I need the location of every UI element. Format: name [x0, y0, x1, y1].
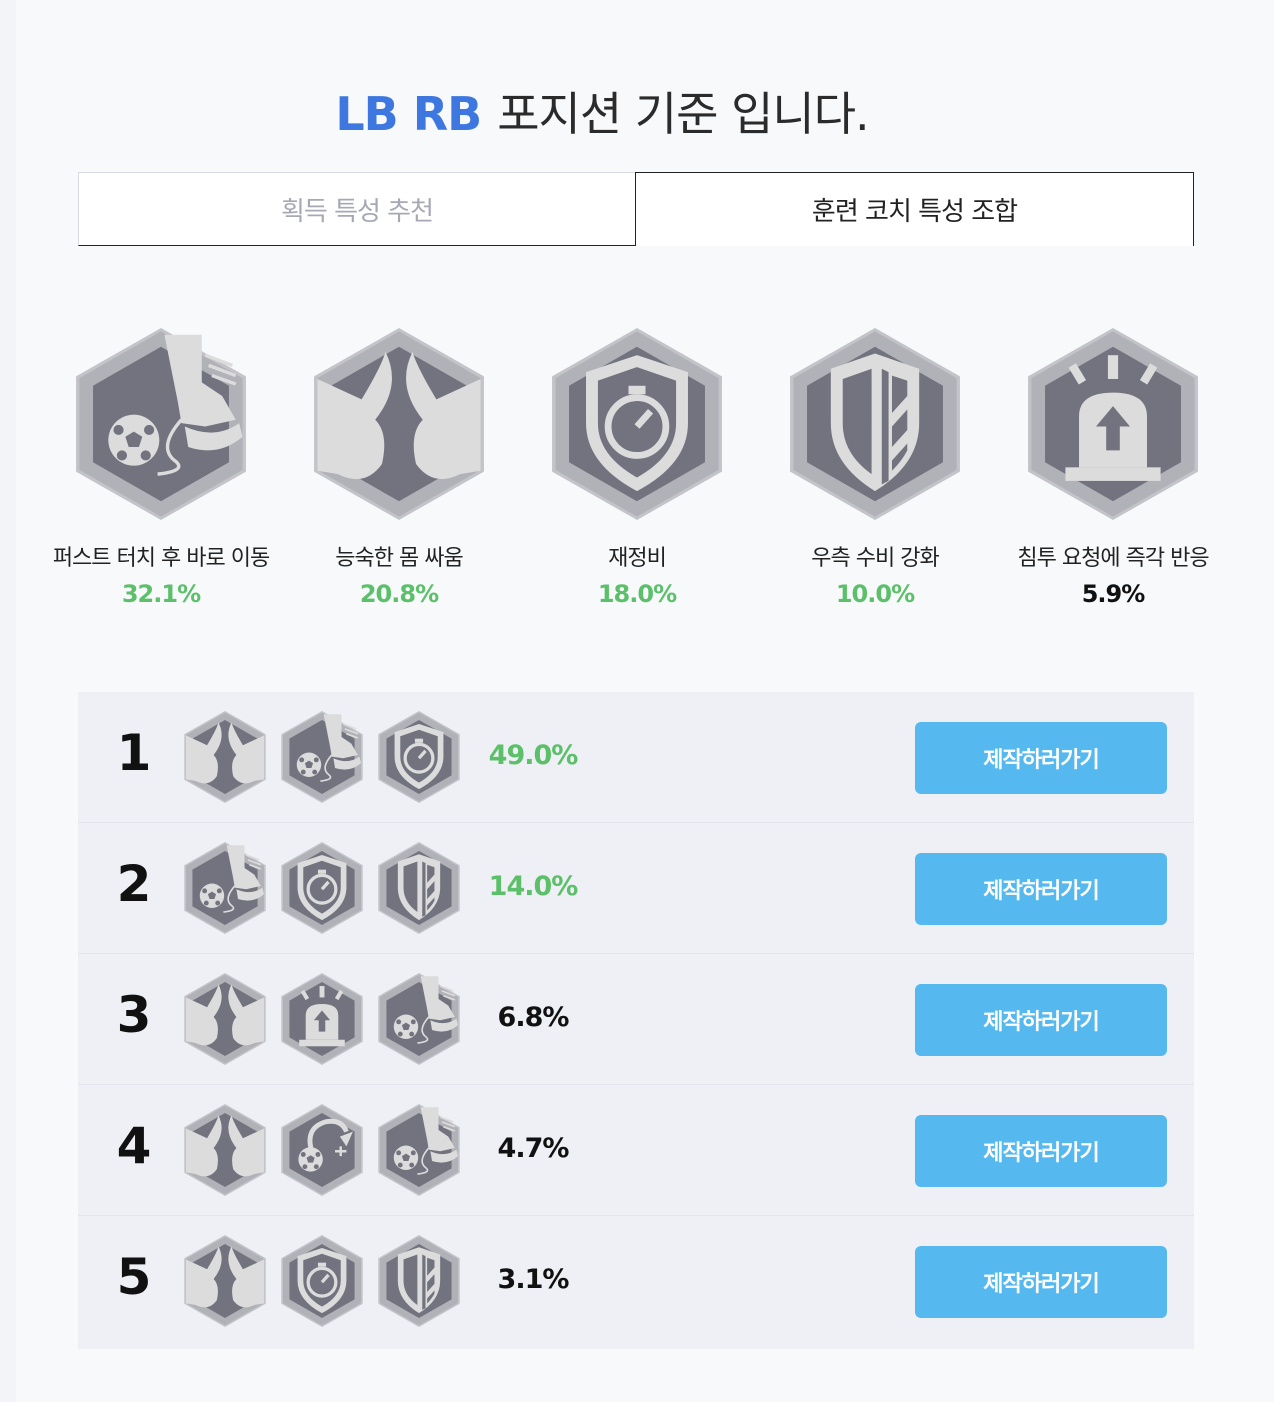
stopwatch-shield-icon [281, 842, 363, 934]
tab-coach-trait-combo[interactable]: 훈련 코치 특성 조합 [635, 172, 1194, 246]
make-button[interactable]: 제작하러가기 [915, 722, 1167, 794]
trait-card[interactable]: 능숙한 몸 싸움 20.8% [280, 328, 518, 608]
page-edge [0, 0, 16, 1402]
ball-curve-icon [281, 1104, 363, 1196]
physical-battle-icon [184, 1104, 266, 1196]
make-button[interactable]: 제작하러가기 [915, 984, 1167, 1056]
striped-shield-icon [378, 1235, 460, 1327]
siren-icon [1028, 328, 1198, 520]
combo-row: 3 6.8% 제작하러가기 [78, 954, 1194, 1085]
title-text: 포지션 기준 입니다. [497, 87, 869, 141]
combo-row: 4 4.7% 제작하러가기 [78, 1085, 1194, 1216]
trait-percent: 32.1% [121, 580, 201, 608]
tab-acquired-traits[interactable]: 획득 특성 추천 [78, 172, 636, 246]
trait-name: 능숙한 몸 싸움 [335, 546, 463, 571]
combo-percent: 6.8% [497, 1002, 570, 1033]
combo-rank: 4 [116, 1117, 152, 1175]
trait-card[interactable]: 침투 요청에 즉각 반응 5.9% [994, 328, 1232, 608]
trait-percent: 10.0% [835, 580, 915, 608]
combo-percent: 49.0% [488, 740, 579, 771]
make-button[interactable]: 제작하러가기 [915, 1246, 1167, 1318]
first-touch-icon [76, 328, 246, 520]
siren-icon [281, 973, 363, 1065]
combo-row: 5 3.1% 제작하러가기 [78, 1216, 1194, 1349]
make-button[interactable]: 제작하러가기 [915, 853, 1167, 925]
trait-summary: 퍼스트 터치 후 바로 이동 32.1% 능숙한 몸 싸움 20.8% 재정비 … [42, 328, 1232, 618]
trait-percent: 18.0% [597, 580, 677, 608]
physical-battle-icon [184, 973, 266, 1065]
combo-percent: 14.0% [488, 871, 579, 902]
stopwatch-shield-icon [552, 328, 722, 520]
trait-percent: 5.9% [1081, 580, 1146, 608]
combo-row: 1 49.0% 제작하러가기 [78, 692, 1194, 823]
page-title: LB RB 포지션 기준 입니다. [0, 78, 1204, 144]
striped-shield-icon [790, 328, 960, 520]
position-label: LB RB [335, 87, 482, 141]
trait-card[interactable]: 우측 수비 강화 10.0% [756, 328, 994, 608]
combo-row: 2 14.0% 제작하러가기 [78, 823, 1194, 954]
first-touch-icon [281, 711, 363, 803]
first-touch-icon [184, 842, 266, 934]
combo-rank: 3 [116, 986, 152, 1044]
first-touch-icon [378, 1104, 460, 1196]
combo-percent: 4.7% [497, 1133, 570, 1164]
physical-battle-icon [184, 1235, 266, 1327]
trait-name: 퍼스트 터치 후 바로 이동 [52, 546, 270, 571]
physical-battle-icon [314, 328, 484, 520]
trait-name: 침투 요청에 즉각 반응 [1017, 546, 1209, 571]
stopwatch-shield-icon [281, 1235, 363, 1327]
trait-name: 재정비 [608, 546, 667, 571]
trait-percent: 20.8% [359, 580, 439, 608]
striped-shield-icon [378, 842, 460, 934]
make-button[interactable]: 제작하러가기 [915, 1115, 1167, 1187]
combo-rank: 5 [116, 1248, 152, 1306]
combo-rank: 1 [116, 724, 152, 782]
combo-rank: 2 [116, 855, 152, 913]
combo-percent: 3.1% [497, 1264, 570, 1295]
tab-bar: 획득 특성 추천 훈련 코치 특성 조합 [78, 172, 1194, 246]
stopwatch-shield-icon [378, 711, 460, 803]
trait-card[interactable]: 퍼스트 터치 후 바로 이동 32.1% [42, 328, 280, 608]
combo-table: 1 49.0% 제작하러가기 2 14.0% 제작하러가기 3 6.8% 제작하… [78, 692, 1194, 1349]
trait-name: 우측 수비 강화 [811, 546, 939, 571]
physical-battle-icon [184, 711, 266, 803]
trait-card[interactable]: 재정비 18.0% [518, 328, 756, 608]
first-touch-icon [378, 973, 460, 1065]
